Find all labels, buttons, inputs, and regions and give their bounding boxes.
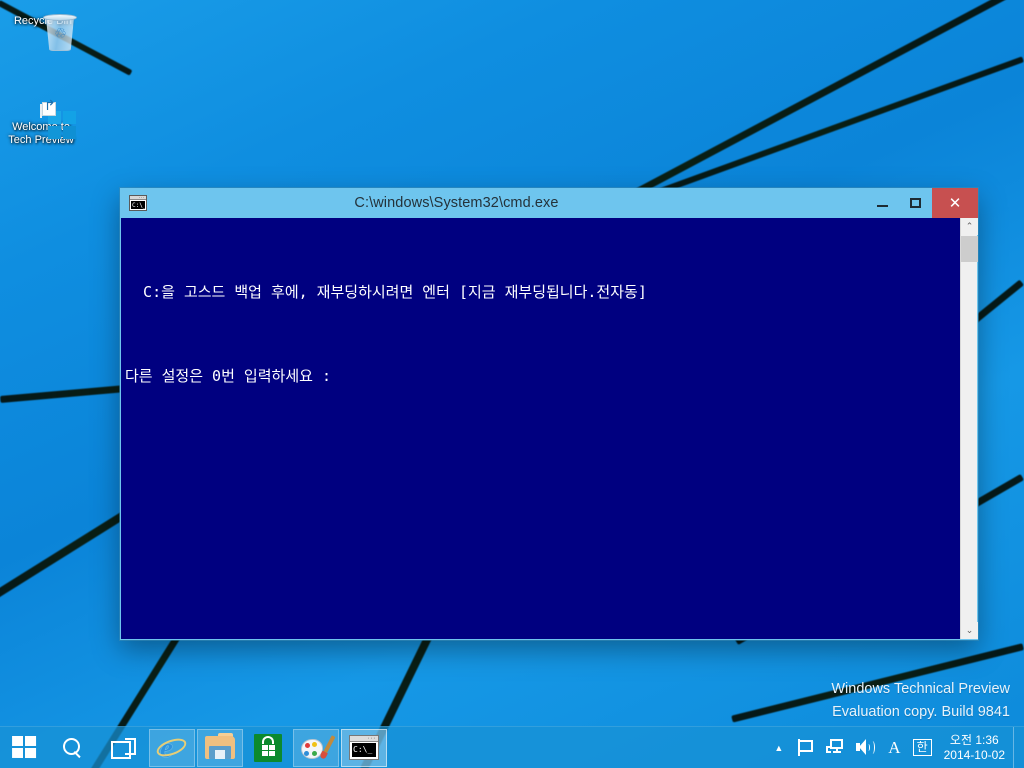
console-line: 다른 설정은 0번 입력하세요 : <box>125 367 331 385</box>
taskbar-item-paint[interactable] <box>293 728 339 767</box>
scroll-down-arrow-icon[interactable]: ⌄ <box>961 622 978 639</box>
minimize-button[interactable] <box>866 188 899 218</box>
cmd-icon-text: C:\_ <box>131 201 145 209</box>
start-button[interactable] <box>0 727 48 768</box>
search-button[interactable] <box>48 727 98 768</box>
cmd-icon: ··· C:\_ <box>129 195 147 211</box>
network-button[interactable] <box>820 727 850 768</box>
console-text: C:을 고스드 백업 후에, 재부딩하시려면 엔터 [지금 재부딩됩니다.전자동… <box>125 222 957 446</box>
clock-date: 2014-10-02 <box>943 747 1005 762</box>
volume-icon <box>856 739 876 756</box>
close-icon: ✕ <box>948 194 962 212</box>
ime-mode-icon: A <box>888 737 901 757</box>
file-explorer-icon <box>205 733 235 760</box>
volume-button[interactable] <box>850 727 882 768</box>
clock-time: 오전 1:36 <box>949 732 999 747</box>
evaluation-watermark: Windows Technical Preview Evaluation cop… <box>831 678 1010 724</box>
taskbar-item-internet-explorer[interactable]: e <box>149 728 195 767</box>
show-desktop-button[interactable] <box>1013 726 1018 768</box>
windows-tile-icon <box>2 102 80 139</box>
search-icon <box>62 737 84 759</box>
cmd-title-bar[interactable]: ··· C:\_ C:\windows\System32\cmd.exe ✕ <box>120 188 978 218</box>
console-output-area[interactable]: C:을 고스드 백업 후에, 재부딩하시려면 엔터 [지금 재부딩됩니다.전자동… <box>121 218 977 639</box>
action-center-button[interactable] <box>791 727 820 768</box>
taskbar-item-store[interactable] <box>245 729 291 767</box>
desktop[interactable]: ♲ Recycle Bin Welcome to Tech Preview Wi… <box>0 0 1024 768</box>
console-line: C:을 고스드 백업 후에, 재부딩하시려면 엔터 [지금 재부딩됩니다.전자동… <box>125 283 647 301</box>
desktop-icon-recycle-bin[interactable]: ♲ Recycle Bin <box>4 12 82 51</box>
watermark-line-2: Evaluation copy. Build 9841 <box>832 704 1010 720</box>
desktop-icon-welcome-tech-preview[interactable]: Welcome to Tech Preview <box>2 102 80 147</box>
close-button[interactable]: ✕ <box>932 188 978 218</box>
ime-language-button[interactable]: 한 <box>907 727 938 768</box>
ime-language-icon: 한 <box>912 739 932 756</box>
flag-icon <box>797 739 814 756</box>
system-tray[interactable]: ▲ A 한 오전 1:36 2014-10-02 <box>766 726 1024 768</box>
clock[interactable]: 오전 1:36 2014-10-02 <box>938 733 1013 763</box>
network-icon <box>826 739 844 756</box>
maximize-button[interactable] <box>899 188 932 218</box>
scroll-up-arrow-icon[interactable]: ⌃ <box>961 218 978 235</box>
scrollbar-thumb[interactable] <box>961 236 978 262</box>
taskbar-item-cmd[interactable]: ··· C:\_ <box>341 728 387 767</box>
ime-mode-button[interactable]: A <box>882 727 906 768</box>
cmd-taskbar-icon-text: C:\_ <box>352 743 376 757</box>
internet-explorer-icon: e <box>154 733 189 763</box>
shortcut-arrow-icon <box>42 102 56 116</box>
show-hidden-icons-button[interactable]: ▲ <box>766 727 791 768</box>
watermark-line-1: Windows Technical Preview <box>831 681 1010 697</box>
store-icon <box>254 733 282 762</box>
console-scrollbar[interactable]: ⌃ ⌄ <box>960 218 978 639</box>
taskbar-item-file-explorer[interactable] <box>197 728 243 767</box>
wallpaper-stem-2 <box>627 56 1024 206</box>
taskbar[interactable]: e ··· C:\_ ▲ A 한 오전 1:36 2014-10-02 <box>0 726 1024 768</box>
chevron-up-icon: ▲ <box>774 742 784 753</box>
task-view-icon <box>111 737 136 759</box>
cmd-taskbar-icon: ··· C:\_ <box>349 735 379 760</box>
paint-icon <box>301 734 336 761</box>
windows-logo-icon <box>12 735 37 759</box>
cmd-window-title: C:\windows\System32\cmd.exe <box>354 195 559 211</box>
task-view-button[interactable] <box>98 727 148 768</box>
cmd-window[interactable]: ··· C:\_ C:\windows\System32\cmd.exe ✕ C… <box>120 188 978 640</box>
